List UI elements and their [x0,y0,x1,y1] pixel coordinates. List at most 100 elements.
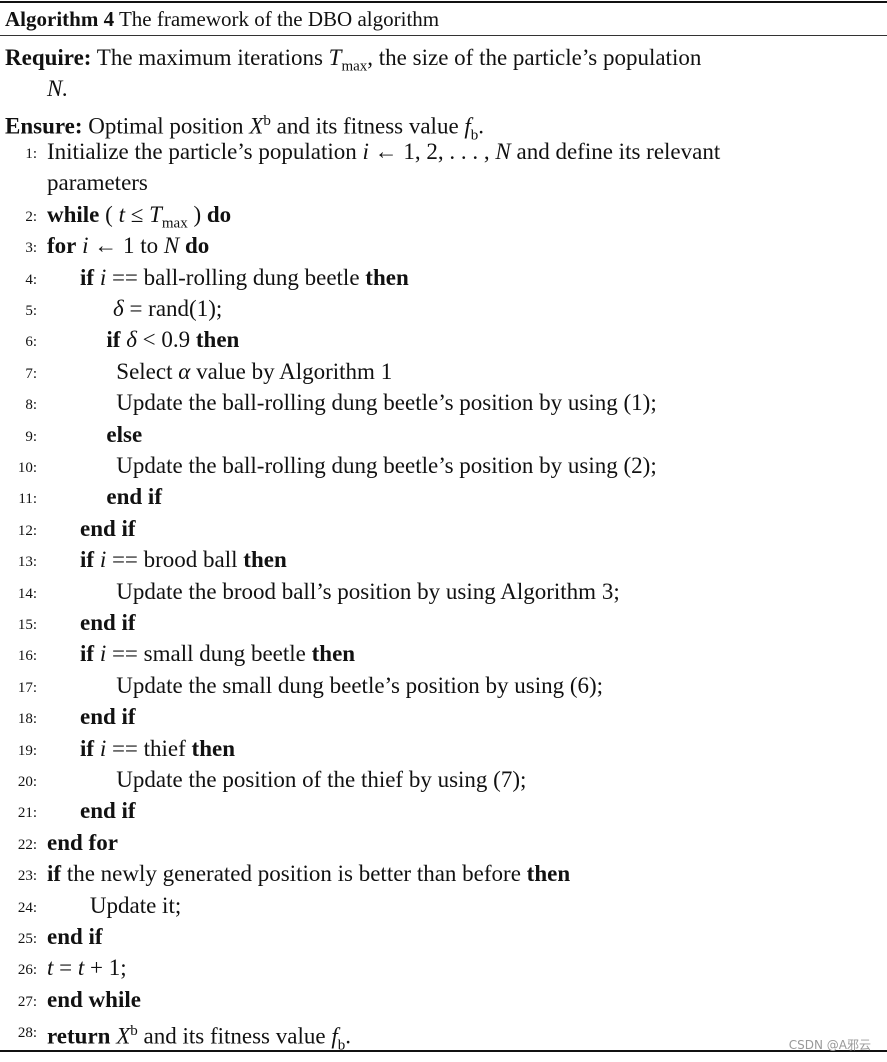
line-number: 23: [17,868,37,885]
text: Update the small dung beetle’s position … [116,672,604,698]
line-number: 20: [17,774,37,790]
line-text: Update the brood ball’s position by usin… [116,578,619,606]
text: Update it; [89,892,182,918]
line-number: 1: [25,146,37,162]
bottom-rule [0,1050,887,1052]
keyword: end if [80,610,136,635]
text: ) [187,201,207,227]
keyword: do [185,233,210,259]
math-var: T [149,201,162,227]
line-number: 25: [17,931,37,947]
keyword: do [206,201,232,227]
keyword: end if [47,924,103,949]
text: value by Algorithm 1 [190,358,393,384]
line-text: if i == brood ball then [80,546,287,574]
keyword: return [47,1023,111,1049]
line-number: 17: [17,679,37,696]
text: == ball-rolling dung beetle [106,264,366,290]
line-text: for i ← 1 to N do [47,232,209,260]
text: Update the position of the thief by usin… [116,767,527,792]
keyword: then [195,327,240,353]
text: ← 1 to [88,233,164,259]
line-number: 3: [25,240,37,257]
line-text: Update the small dung beetle’s position … [116,672,603,700]
line-number: 6: [25,334,37,351]
line-text: end if [80,515,136,543]
text: ← 1, 2, . . . , [368,139,496,164]
text: and define its relevant [510,139,721,164]
line-number: 16: [17,648,37,665]
line-text: if i == small dung beetle then [80,640,355,668]
line-text: end while [47,986,141,1014]
line-number: 15: [17,617,37,633]
line-text: t = t + 1; [47,954,127,982]
line-text: end if [80,703,136,731]
math-var: α [178,358,191,384]
math-var: δ [113,296,124,321]
line-number: 11: [18,491,37,508]
line-number: 4: [25,271,37,288]
line-number: 14: [17,585,37,602]
algorithm-caption: Algorithm 4 The framework of the DBO alg… [5,5,439,33]
line-number: 7: [25,365,37,382]
keyword: end if [80,798,136,824]
line-text: Select α value by Algorithm 1 [116,358,392,386]
text: Select [116,358,179,384]
line-text: end if [80,797,136,825]
line-text: return Xb and its fitness value fb. [47,1017,351,1059]
line-number: 10: [17,460,37,476]
text: Update the ball-rolling dung beetle’s po… [116,390,657,416]
line-text: if the newly generated position is bette… [47,860,570,888]
line-number: 26: [17,962,37,979]
line-text: Update the position of the thief by usin… [116,766,526,794]
line-number: 12: [17,522,37,539]
text: Initialize the particle’s population [47,139,363,164]
text: ( [99,201,119,227]
line-number: 19: [17,742,37,759]
keyword: if [80,735,95,761]
line-text: end if [47,923,103,951]
line-number: 22: [17,836,37,853]
text: Update the ball-rolling dung beetle’s po… [116,453,657,478]
text: == thief [106,735,192,761]
line-number: 8: [25,397,37,414]
keyword: then [243,547,287,573]
text: ≤ [124,201,150,227]
line-text: end for [47,829,118,857]
line-number: 27: [17,993,37,1010]
keyword: for [47,233,77,259]
keyword: if [80,264,95,290]
text: = rand(1); [123,296,223,321]
caption-label: Algorithm 4 [5,7,115,31]
keyword: end if [106,484,162,510]
math-var: N [163,233,180,259]
keyword: while [47,201,100,227]
math-var: δ [126,327,137,353]
keyword: then [365,264,409,290]
line-number: 18: [17,711,37,728]
line-text: Update the ball-rolling dung beetle’s po… [116,452,656,480]
keyword: end while [47,986,141,1012]
line-text: δ = rand(1); [113,295,222,323]
keyword: then [191,735,235,761]
caption-rule [0,35,887,36]
line-text: if δ < 0.9 then [106,326,239,354]
text: == small dung beetle [106,641,312,667]
keyword: if [106,327,121,353]
keyword: then [311,641,356,667]
text: + 1; [84,955,127,981]
line-text: Update the ball-rolling dung beetle’s po… [116,389,656,417]
line-text: else [106,421,142,449]
line-text: Update it; [90,892,181,920]
line-text: if i == thief then [80,735,235,763]
require-continuation: N. [47,76,69,101]
text: max [161,215,188,232]
keyword: end if [80,704,136,730]
text: the newly generated position is better t… [61,861,527,887]
keyword: if [80,641,95,667]
text: and its fitness value [137,1023,332,1049]
line-text: if i == ball-rolling dung beetle then [80,264,409,292]
line-text: end if [106,483,162,511]
line-number: 21: [17,805,37,822]
text: parameters [47,170,148,196]
